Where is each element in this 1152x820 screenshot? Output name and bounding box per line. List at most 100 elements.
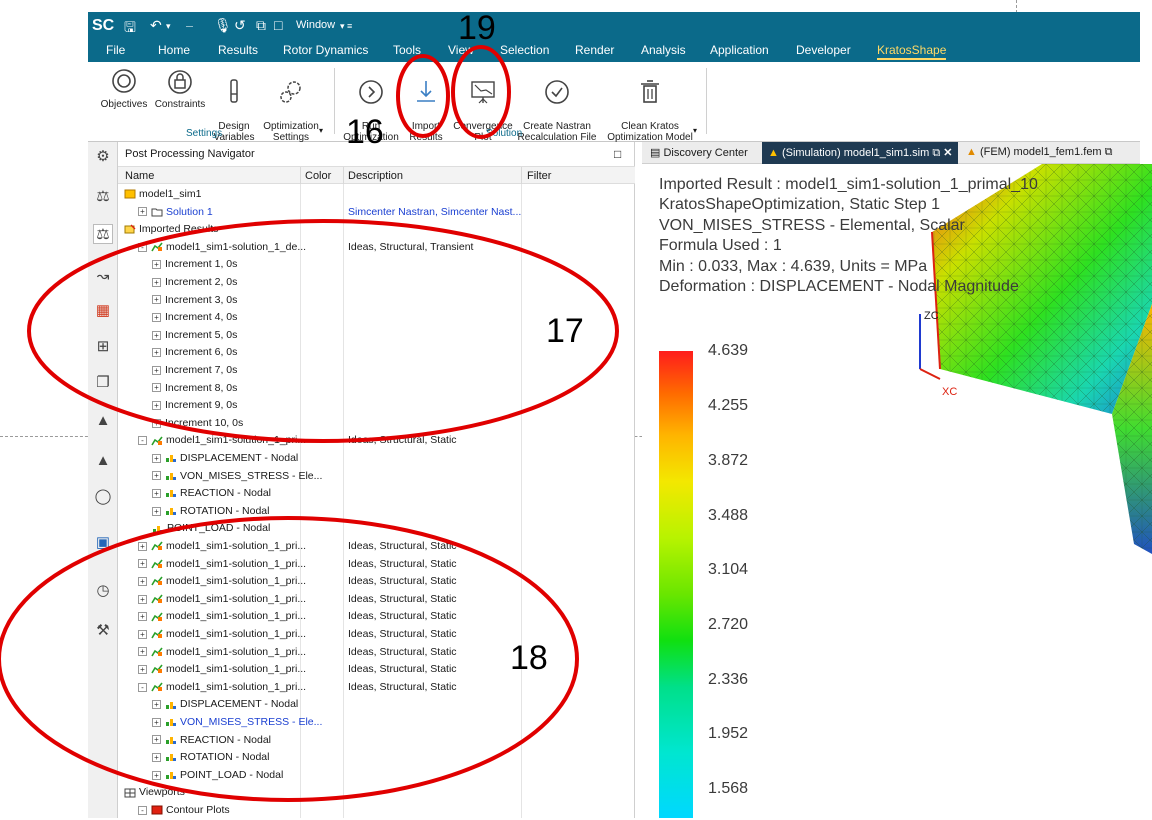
menu-file[interactable]: File <box>106 43 125 57</box>
tree-row[interactable]: + model1_sim1-solution_1_pri... Ideas, Str… <box>118 573 635 591</box>
part-icon[interactable]: ❐ <box>93 372 113 392</box>
expand-icon[interactable]: + <box>152 312 161 322</box>
tab-simulation[interactable]: ▲ (Simulation) model1_sim1.sim ⧉ ✕ <box>762 142 959 164</box>
sim-navigator-icon[interactable]: ⚖ <box>93 186 113 206</box>
web-icon[interactable]: ▣ <box>93 532 113 552</box>
expand-icon[interactable]: + <box>138 612 147 622</box>
tree-row[interactable]: + Increment 8, 0s <box>118 380 635 398</box>
menu-tools[interactable]: Tools <box>393 43 421 57</box>
tree-row[interactable]: + POINT_LOAD - Nodal <box>118 767 635 785</box>
menu-home[interactable]: Home <box>158 43 190 57</box>
menu-results[interactable]: Results <box>218 43 258 57</box>
expand-icon[interactable]: + <box>152 752 161 762</box>
clean-kratos-model-button[interactable]: Clean Kratos Optimization Model <box>602 66 698 143</box>
expand-icon[interactable]: + <box>152 400 161 410</box>
expand-icon[interactable]: + <box>152 260 161 270</box>
expand-icon[interactable]: + <box>138 594 147 604</box>
tree-row[interactable]: + Increment 2, 0s <box>118 274 635 292</box>
expand-icon[interactable]: + <box>138 559 147 569</box>
menu-rotor-dynamics[interactable]: Rotor Dynamics <box>283 43 368 57</box>
history-icon[interactable]: ◷ <box>93 580 113 600</box>
expand-icon[interactable]: + <box>152 735 161 745</box>
menu-render[interactable]: Render <box>575 43 614 57</box>
tree-row[interactable]: + model1_sim1-solution_1_pri... Ideas, Str… <box>118 661 635 679</box>
expand-icon[interactable]: + <box>138 647 147 657</box>
create-nastran-recalculation-button[interactable]: Create Nastran Recalculation File <box>516 66 598 143</box>
import-results-button[interactable]: Import Results <box>400 66 452 143</box>
settings-expand-icon[interactable]: ▾ <box>319 126 323 135</box>
tree-row[interactable]: + model1_sim1-solution_1_pri... Ideas, Str… <box>118 608 635 626</box>
graphics-window[interactable]: ZC XC Imported Result : model1_sim1-solu… <box>642 164 1152 818</box>
save-icon[interactable]: 🖫 <box>124 17 136 41</box>
close-icon[interactable]: ✕ <box>943 147 952 159</box>
tree-row[interactable]: + VON_MISES_STRESS - Ele... <box>118 468 635 486</box>
palette-icon[interactable]: ▦ <box>93 300 113 320</box>
tab-discovery-center[interactable]: ▤ Discovery Center <box>644 142 754 164</box>
expand-icon[interactable]: + <box>138 541 147 551</box>
expand-icon[interactable]: + <box>152 277 161 287</box>
solid-icon[interactable]: ▲ <box>93 410 113 430</box>
expand-icon[interactable]: + <box>138 664 147 674</box>
tree-row[interactable]: - model1_sim1-solution_1_de... Ideas, Stru… <box>118 239 635 257</box>
expand-icon[interactable]: + <box>152 295 161 305</box>
tree-row[interactable]: + VON_MISES_STRESS - Ele... <box>118 714 635 732</box>
expand-icon[interactable]: + <box>152 418 161 428</box>
tree-row[interactable]: + model1_sim1-solution_1_pri... Ideas, Str… <box>118 644 635 662</box>
touch-mode-icon[interactable]: ↺ <box>234 17 246 34</box>
tree-row[interactable]: + DISPLACEMENT - Nodal <box>118 696 635 714</box>
column-description[interactable]: Description <box>348 170 403 182</box>
tree-row[interactable]: - Contour Plots <box>118 802 635 820</box>
tree-row[interactable]: + Increment 9, 0s <box>118 397 635 415</box>
tree-row[interactable]: Viewports <box>118 784 635 802</box>
expand-icon[interactable]: + <box>152 717 161 727</box>
expand-icon[interactable]: + <box>138 207 147 217</box>
tools-icon[interactable]: ⚒ <box>93 620 113 640</box>
collapse-icon[interactable]: - <box>138 242 147 252</box>
window-menu[interactable]: Window <box>296 19 335 31</box>
tree-row[interactable]: model1_sim1 <box>118 186 635 204</box>
gear-icon[interactable]: ⚙ <box>93 146 113 166</box>
assembly-icon[interactable]: ◯ <box>93 486 113 506</box>
column-color[interactable]: Color <box>305 170 331 182</box>
tree-row[interactable]: + REACTION - Nodal <box>118 732 635 750</box>
tree-row[interactable]: + ROTATION - Nodal <box>118 503 635 521</box>
tree-row[interactable]: + Solution 1 Simcenter Nastran, Simcenter … <box>118 204 635 222</box>
expand-icon[interactable]: + <box>138 576 147 586</box>
expand-icon[interactable]: + <box>152 365 161 375</box>
post-processing-navigator-icon[interactable]: ⚖ <box>93 224 113 244</box>
window-icon[interactable]: □ <box>274 17 282 33</box>
expand-icon[interactable]: + <box>138 629 147 639</box>
popout-icon[interactable]: ⧉ <box>932 147 940 159</box>
tree-row[interactable]: + Increment 7, 0s <box>118 362 635 380</box>
objectives-button[interactable]: Objectives <box>98 66 150 110</box>
undo-icon[interactable]: ↶ <box>150 17 162 34</box>
tree-row[interactable]: POINT_LOAD - Nodal <box>118 520 635 538</box>
expand-icon[interactable]: + <box>152 453 161 463</box>
menu-kratosshape[interactable]: KratosShape <box>877 43 947 60</box>
collapse-icon[interactable]: - <box>138 436 147 446</box>
expand-icon[interactable]: + <box>152 330 161 340</box>
copy-icon[interactable]: ⧉ <box>256 17 266 34</box>
feature-icon[interactable]: ▲ <box>93 450 113 470</box>
expand-icon[interactable]: + <box>152 700 161 710</box>
tree-row[interactable]: + Increment 3, 0s <box>118 292 635 310</box>
tree-row[interactable]: + model1_sim1-solution_1_pri... Ideas, Str… <box>118 556 635 574</box>
tree-row[interactable]: + Increment 10, 0s <box>118 415 635 433</box>
expand-icon[interactable]: + <box>152 383 161 393</box>
collapse-icon[interactable]: - <box>138 805 147 815</box>
tree-row[interactable]: - model1_sim1-solution_1_pri... Ideas, Str… <box>118 432 635 450</box>
tree-row[interactable]: + model1_sim1-solution_1_pri... Ideas, Str… <box>118 626 635 644</box>
constraints-button[interactable]: Constraints <box>152 66 208 110</box>
expand-icon[interactable]: + <box>152 471 161 481</box>
tree-row[interactable]: + ROTATION - Nodal <box>118 749 635 767</box>
menu-analysis[interactable]: Analysis <box>641 43 686 57</box>
graph-icon[interactable]: ↝ <box>93 266 113 286</box>
undo-dropdown-icon[interactable]: ▾ <box>166 21 171 32</box>
window-dropdown-icon[interactable]: ▾ ≡ <box>340 21 352 32</box>
tree-row[interactable]: - model1_sim1-solution_1_pri... Ideas, Str… <box>118 679 635 697</box>
menu-selection[interactable]: Selection <box>500 43 549 57</box>
expand-icon[interactable]: + <box>152 770 161 780</box>
column-name[interactable]: Name <box>125 170 154 182</box>
popout-icon[interactable]: ⧉ <box>1105 146 1113 158</box>
tree-row[interactable]: + Increment 1, 0s <box>118 256 635 274</box>
